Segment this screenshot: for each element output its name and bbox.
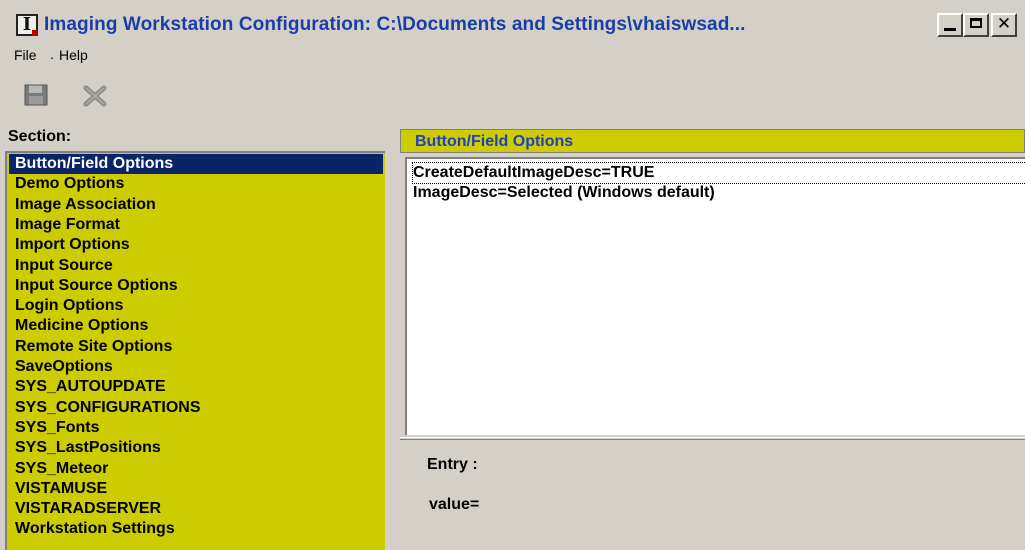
- section-item[interactable]: Input Source: [15, 256, 113, 276]
- option-item[interactable]: CreateDefaultImageDesc=TRUE: [411, 162, 1025, 184]
- menu-separator: .: [50, 46, 54, 62]
- close-icon: ✕: [996, 14, 1012, 34]
- options-header: Button/Field Options: [400, 129, 1025, 153]
- floppy-disk-icon: [24, 84, 48, 106]
- entry-label: Entry :: [427, 456, 478, 473]
- section-item[interactable]: SYS_LastPositions: [15, 438, 161, 458]
- menu-file[interactable]: File: [14, 47, 37, 63]
- section-list[interactable]: Button/Field Options Demo Options Image As…: [5, 151, 385, 550]
- option-item[interactable]: ImageDesc=Selected (Windows default): [413, 183, 715, 203]
- section-item[interactable]: Medicine Options: [15, 316, 148, 336]
- section-item[interactable]: VISTARADSERVER: [15, 499, 161, 519]
- section-item[interactable]: VISTAMUSE: [15, 479, 107, 499]
- section-item[interactable]: SYS_AUTOUPDATE: [15, 377, 166, 397]
- section-item[interactable]: Login Options: [15, 296, 123, 316]
- section-item[interactable]: SaveOptions: [15, 357, 113, 377]
- section-item[interactable]: Button/Field Options: [9, 154, 383, 174]
- horizontal-splitter[interactable]: [400, 437, 1025, 440]
- options-header-title: Button/Field Options: [415, 133, 574, 150]
- maximize-icon: [970, 18, 982, 28]
- minimize-button[interactable]: [937, 13, 963, 37]
- section-item[interactable]: Input Source Options: [15, 276, 178, 296]
- options-list[interactable]: CreateDefaultImageDesc=TRUE ImageDesc=Sel…: [405, 157, 1025, 435]
- section-item[interactable]: Remote Site Options: [15, 337, 172, 357]
- menu-help[interactable]: Help: [59, 47, 88, 63]
- section-item[interactable]: Image Association: [15, 195, 156, 215]
- section-item[interactable]: Import Options: [15, 235, 130, 255]
- section-label: Section:: [8, 128, 72, 145]
- section-item[interactable]: Demo Options: [15, 174, 124, 194]
- section-item[interactable]: Workstation Settings: [15, 519, 175, 539]
- window-title: Imaging Workstation Configuration: C:\Do…: [44, 14, 746, 35]
- title-bar[interactable]: I Imaging Workstation Configuration: C:\…: [6, 8, 1025, 42]
- section-item[interactable]: SYS_CONFIGURATIONS: [15, 398, 201, 418]
- section-item[interactable]: SYS_Meteor: [15, 459, 108, 479]
- section-item[interactable]: SYS_Fonts: [15, 418, 99, 438]
- config-window: I Imaging Workstation Configuration: C:\…: [0, 0, 1025, 550]
- cancel-button[interactable]: [82, 84, 108, 108]
- close-button[interactable]: ✕: [991, 13, 1017, 37]
- value-label: value=: [429, 496, 480, 513]
- minimize-icon: [944, 28, 956, 31]
- section-item[interactable]: Image Format: [15, 215, 120, 235]
- pane-splitter[interactable]: [387, 151, 393, 550]
- maximize-button[interactable]: [963, 13, 989, 37]
- toolbar: [14, 78, 214, 112]
- app-icon[interactable]: I: [16, 14, 38, 36]
- save-button[interactable]: [24, 84, 48, 106]
- entry-panel: Entry : value=: [405, 442, 1025, 550]
- x-cancel-icon: [83, 85, 107, 107]
